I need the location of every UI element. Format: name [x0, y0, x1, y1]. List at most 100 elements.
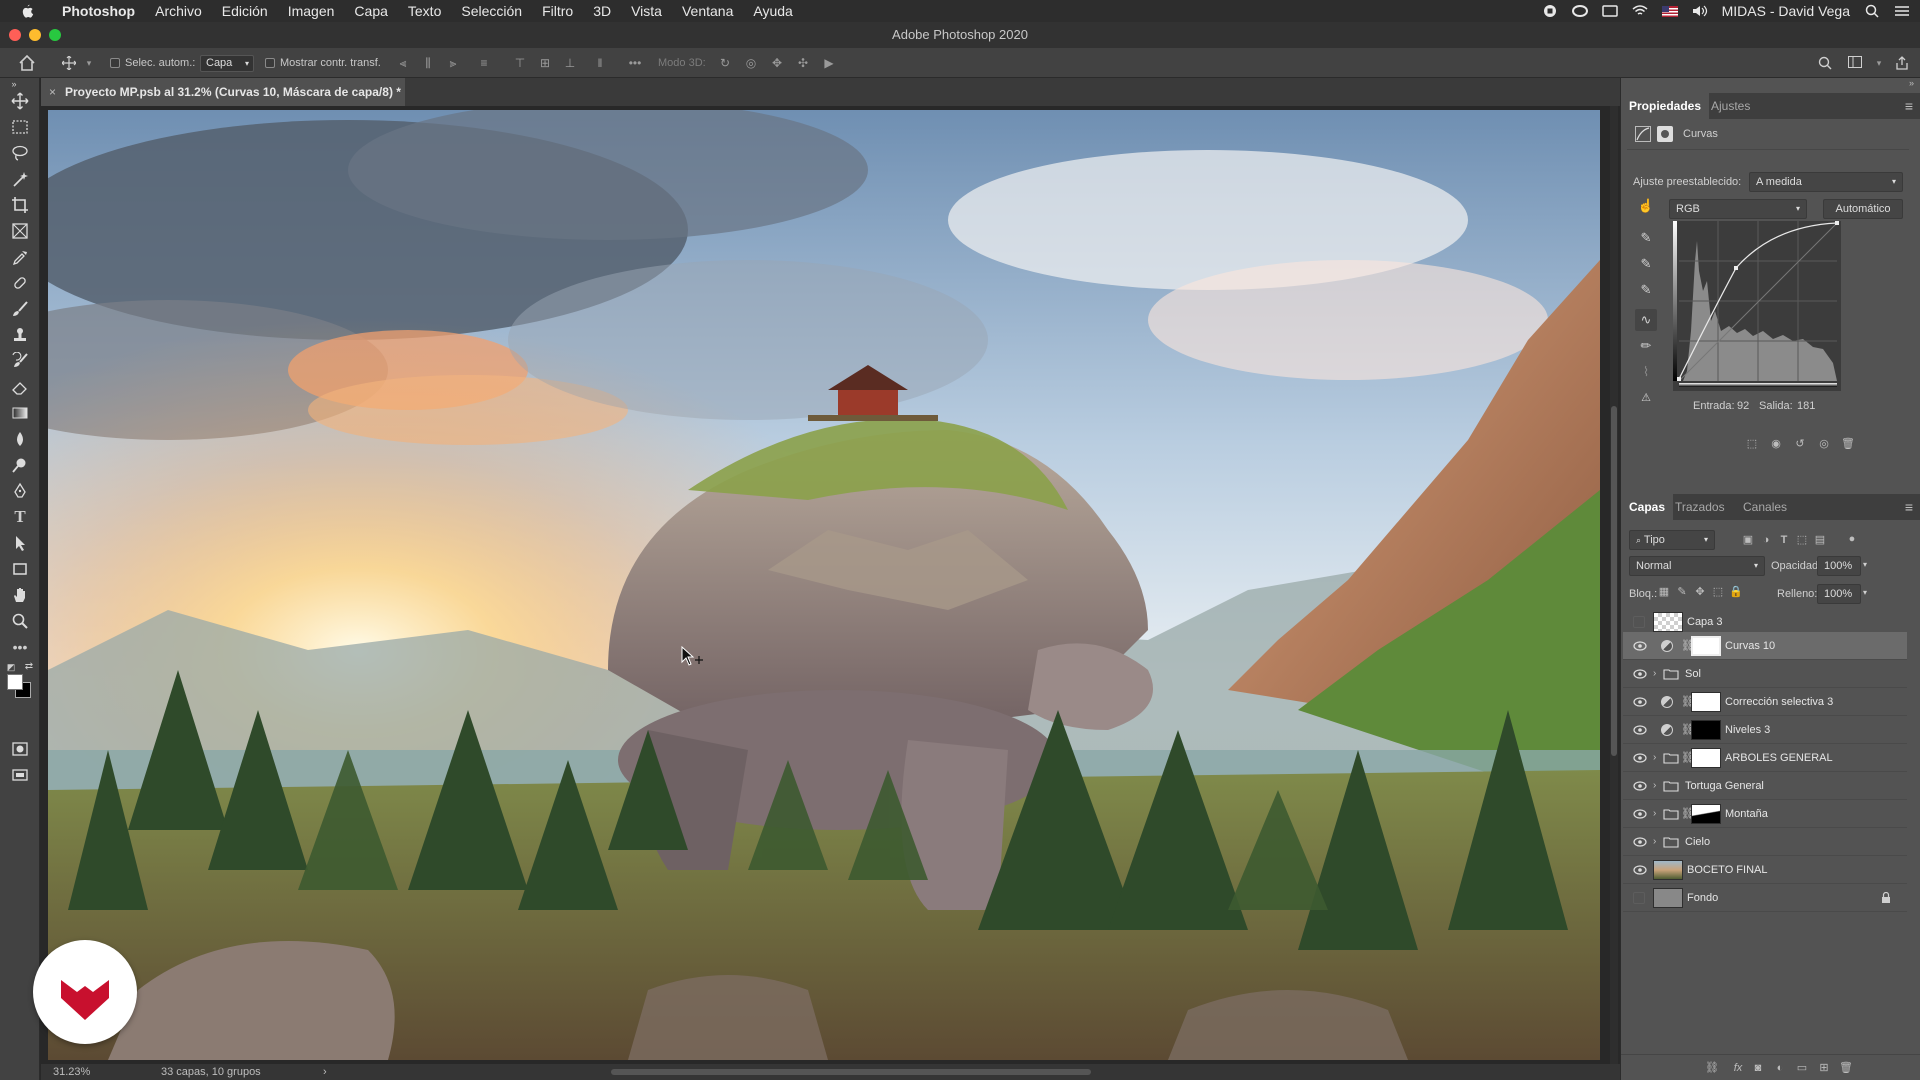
history-brush-tool-icon[interactable] — [8, 350, 32, 372]
swap-colors-icon[interactable]: ⇄ — [22, 660, 36, 674]
layer-name[interactable]: Corrección selectiva 3 — [1725, 688, 1833, 716]
lock-position-icon[interactable]: ✥ — [1693, 585, 1707, 599]
layer-row-sol[interactable]: › Sol — [1623, 660, 1907, 688]
layer-mask-thumbnail[interactable] — [1691, 720, 1721, 740]
align-left-icon[interactable]: ⫷ — [396, 56, 410, 70]
creative-cloud-icon[interactable] — [1571, 4, 1588, 18]
auto-button[interactable]: Automático — [1823, 199, 1903, 219]
close-window-button[interactable] — [9, 29, 21, 41]
blur-tool-icon[interactable] — [8, 428, 32, 450]
eye-icon[interactable] — [1633, 724, 1647, 736]
eye-icon[interactable] — [1633, 640, 1647, 652]
tab-propiedades[interactable]: Propiedades — [1621, 93, 1710, 119]
panel-menu-icon[interactable]: ≡ — [1905, 93, 1913, 119]
eyedropper-tool-icon[interactable] — [8, 246, 32, 268]
chevron-down-icon[interactable]: ▾ — [82, 56, 96, 70]
3d-slide-icon[interactable]: ✣ — [796, 56, 810, 70]
new-group-icon[interactable]: ▭ — [1795, 1061, 1809, 1075]
more-tools-icon[interactable]: ••• — [8, 636, 32, 658]
layer-row-correccion-selectiva-3[interactable]: ⛓ Corrección selectiva 3 — [1623, 688, 1907, 716]
artwork-canvas[interactable] — [48, 110, 1600, 1060]
gradient-tool-icon[interactable] — [8, 402, 32, 424]
layer-name[interactable]: Curvas 10 — [1725, 632, 1775, 660]
move-tool-preset-icon[interactable] — [61, 55, 77, 71]
lasso-tool-icon[interactable] — [8, 142, 32, 164]
new-adjustment-layer-icon[interactable]: ◐ — [1773, 1061, 1787, 1075]
black-point-eyedropper-icon[interactable]: ✎ — [1635, 227, 1657, 249]
show-transform-checkbox[interactable]: Mostrar contr. transf. — [265, 48, 381, 78]
layer-name[interactable]: Cielo — [1685, 828, 1710, 856]
gray-point-eyedropper-icon[interactable]: ✎ — [1635, 253, 1657, 275]
search-icon[interactable] — [1818, 56, 1832, 70]
visibility-toggle[interactable] — [1633, 616, 1645, 628]
layer-name[interactable]: Sol — [1685, 660, 1701, 688]
lock-all-icon[interactable]: 🔒 — [1729, 585, 1743, 599]
collapse-panel-icon[interactable]: » — [2, 78, 26, 90]
vertical-scrollbar-thumb[interactable] — [1611, 406, 1617, 756]
crop-tool-icon[interactable] — [8, 194, 32, 216]
layer-name[interactable]: BOCETO FINAL — [1687, 856, 1767, 884]
channel-dropdown[interactable]: RGB ▾ — [1669, 199, 1807, 219]
hand-tool-icon[interactable] — [8, 584, 32, 606]
menu-app-photoshop[interactable]: Photoshop — [52, 0, 145, 22]
view-previous-state-icon[interactable]: ◉ — [1769, 437, 1783, 451]
tab-ajustes[interactable]: Ajustes — [1703, 93, 1758, 119]
menu-ayuda[interactable]: Ayuda — [743, 0, 802, 22]
menu-seleccion[interactable]: Selección — [451, 0, 532, 22]
pen-tool-icon[interactable] — [8, 480, 32, 502]
filter-shape-icon[interactable]: ⬚ — [1795, 533, 1809, 547]
white-point-eyedropper-icon[interactable]: ✎ — [1635, 279, 1657, 301]
more-options-icon[interactable]: ••• — [628, 56, 642, 70]
visibility-toggle[interactable] — [1633, 892, 1645, 904]
link-chain-icon[interactable]: ⛓ — [1681, 695, 1695, 709]
zoom-level[interactable]: 31.23% — [53, 1064, 90, 1080]
smooth-curve-icon[interactable]: ⌇ — [1635, 361, 1657, 383]
home-icon[interactable] — [18, 54, 36, 72]
clone-stamp-tool-icon[interactable] — [8, 324, 32, 346]
type-tool-icon[interactable]: T — [8, 506, 32, 528]
lock-artboard-icon[interactable]: ⬚ — [1711, 585, 1725, 599]
opacity-field[interactable]: 100% — [1817, 556, 1861, 576]
quick-mask-icon[interactable] — [8, 738, 32, 760]
layer-row-montana[interactable]: › ⛓ Montaña — [1623, 800, 1907, 828]
frame-tool-icon[interactable] — [8, 220, 32, 242]
brush-tool-icon[interactable] — [8, 298, 32, 320]
new-layer-icon[interactable]: ⊞ — [1817, 1061, 1831, 1075]
distribute-v-icon[interactable]: ‖ — [593, 56, 607, 70]
distribute-icon[interactable]: ≡ — [477, 56, 491, 70]
flag-us-icon[interactable] — [1661, 4, 1678, 18]
layer-name[interactable]: Montaña — [1725, 800, 1768, 828]
link-chain-icon[interactable]: ⛓ — [1681, 807, 1695, 821]
menu-filtro[interactable]: Filtro — [532, 0, 583, 22]
minimize-window-button[interactable] — [29, 29, 41, 41]
filter-toggle-icon[interactable]: ● — [1845, 532, 1859, 546]
layer-thumbnail[interactable] — [1653, 888, 1683, 908]
eye-icon[interactable] — [1633, 780, 1647, 792]
blend-mode-dropdown[interactable]: Normal ▾ — [1629, 556, 1765, 576]
eye-icon[interactable] — [1633, 864, 1647, 876]
clip-to-layer-icon[interactable]: ⬚ — [1745, 437, 1759, 451]
delete-adjustment-icon[interactable]: 🗑 — [1841, 437, 1855, 451]
chevron-down-icon[interactable]: ▾ — [1863, 560, 1867, 569]
chevron-down-icon[interactable]: ▾ — [1863, 588, 1867, 597]
link-chain-icon[interactable]: ⛓ — [1681, 639, 1695, 653]
layer-mask-icon[interactable] — [1657, 126, 1673, 142]
move-tool-icon[interactable] — [8, 90, 32, 112]
add-mask-icon[interactable]: ◙ — [1751, 1061, 1765, 1075]
curves-graph[interactable] — [1673, 221, 1841, 391]
layer-name[interactable]: Fondo — [1687, 884, 1718, 912]
wifi-icon[interactable] — [1632, 4, 1648, 18]
expand-group-icon[interactable]: › — [1653, 828, 1656, 856]
eraser-tool-icon[interactable] — [8, 376, 32, 398]
layer-row-tortuga-general[interactable]: › Tortuga General — [1623, 772, 1907, 800]
chevron-down-icon[interactable]: ▾ — [1872, 56, 1886, 70]
default-colors-icon[interactable]: ◩ — [4, 660, 18, 674]
eye-icon[interactable] — [1633, 836, 1647, 848]
layer-mask-thumbnail[interactable] — [1691, 692, 1721, 712]
expand-group-icon[interactable]: › — [1653, 744, 1656, 772]
align-top-icon[interactable]: ⊤ — [513, 56, 527, 70]
vertical-scrollbar[interactable] — [1610, 106, 1618, 1064]
layer-name[interactable]: Niveles 3 — [1725, 716, 1770, 744]
rectangle-tool-icon[interactable] — [8, 558, 32, 580]
volume-icon[interactable] — [1692, 4, 1708, 18]
